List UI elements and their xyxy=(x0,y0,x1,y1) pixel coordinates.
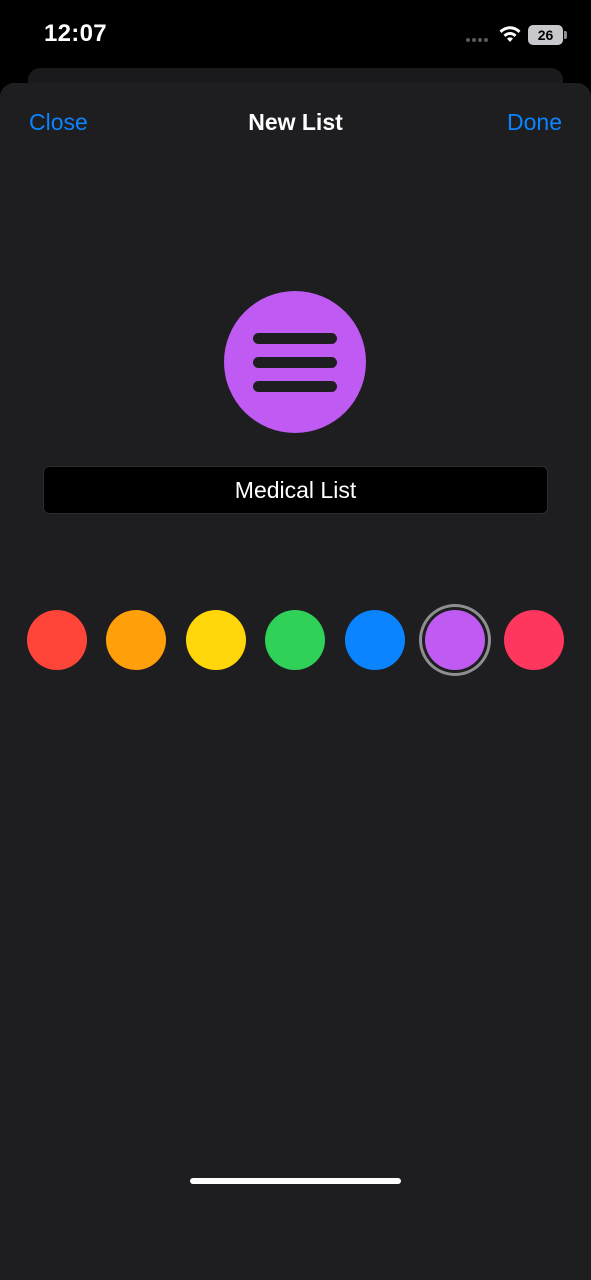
status-bar: 12:07 26 xyxy=(0,0,591,70)
done-button[interactable]: Done xyxy=(507,109,562,136)
color-swatch-green[interactable] xyxy=(265,610,325,670)
list-name-input[interactable] xyxy=(43,466,548,514)
list-icon-line xyxy=(253,356,337,368)
list-icon-line xyxy=(253,332,337,344)
new-list-sheet: Close New List Done xyxy=(0,83,591,1280)
color-swatch-red[interactable] xyxy=(27,610,87,670)
sheet-title: New List xyxy=(248,109,343,135)
color-swatch-pink[interactable] xyxy=(504,610,564,670)
color-swatch-purple[interactable] xyxy=(425,610,485,670)
list-bullet-icon[interactable] xyxy=(224,291,366,433)
battery-tip xyxy=(564,31,567,39)
color-picker xyxy=(0,610,591,670)
cellular-signal-icon xyxy=(466,38,488,42)
battery-level: 26 xyxy=(537,27,554,43)
battery-icon: 26 xyxy=(528,25,563,45)
color-swatch-orange[interactable] xyxy=(106,610,166,670)
home-indicator[interactable] xyxy=(190,1178,401,1184)
color-swatch-blue[interactable] xyxy=(345,610,405,670)
status-time: 12:07 xyxy=(44,20,107,47)
color-swatch-yellow[interactable] xyxy=(186,610,246,670)
list-icon-line xyxy=(253,380,337,392)
wifi-icon xyxy=(499,26,521,42)
